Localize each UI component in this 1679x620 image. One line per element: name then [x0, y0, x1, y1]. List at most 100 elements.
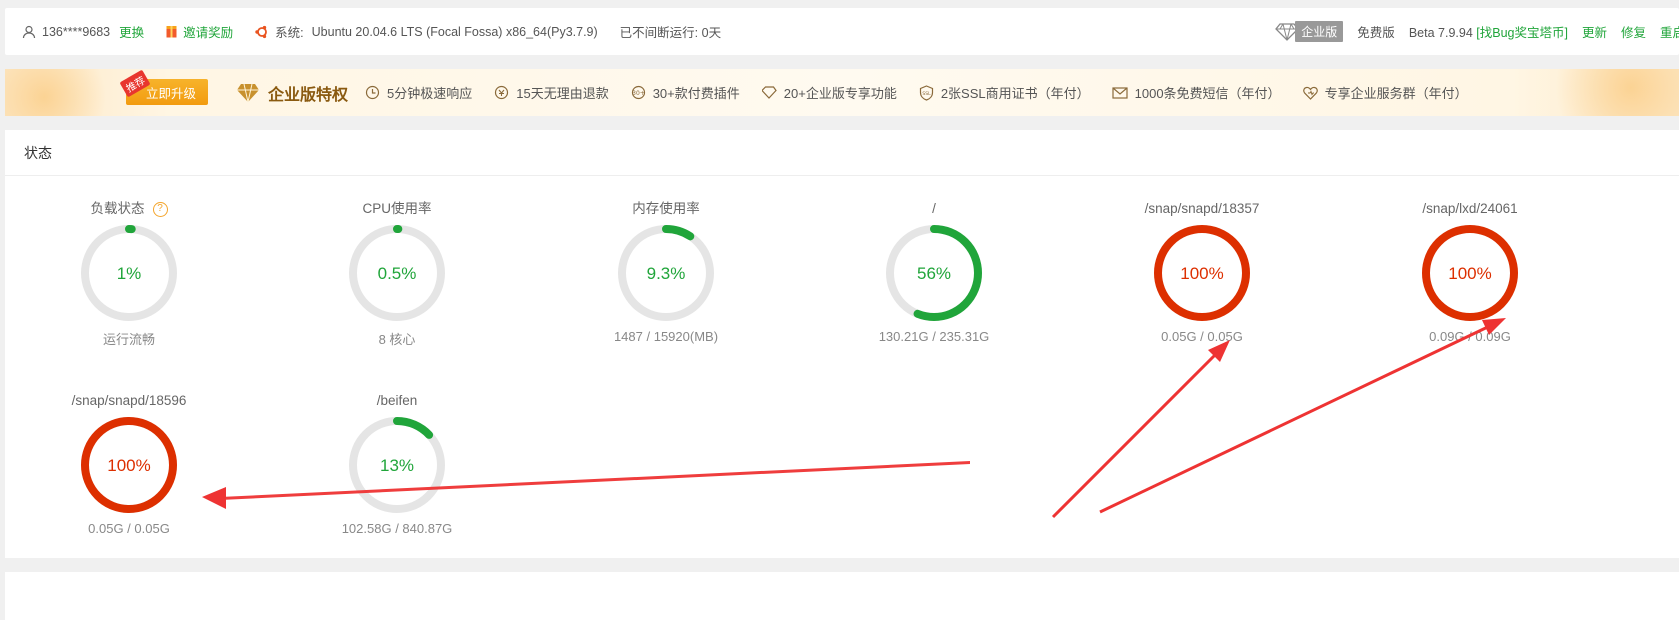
- enterprise-privileges-title: 企业版特权: [236, 69, 348, 116]
- gauge-value: 0.5%: [378, 264, 417, 283]
- account-info: 136****9683 更换: [22, 22, 144, 41]
- gauge-ring: 13%: [349, 417, 445, 513]
- gauge-disk-beifen[interactable]: /beifen 13% 102.58G / 840.87G: [287, 392, 507, 536]
- banner-decoration-left: [5, 69, 135, 116]
- ubuntu-icon: [255, 25, 269, 39]
- gauge-value: 100%: [1180, 264, 1223, 283]
- gauge-subtitle: 0.05G / 0.05G: [88, 521, 170, 536]
- update-button[interactable]: 更新: [1582, 22, 1607, 41]
- clock-icon: [365, 85, 380, 100]
- perk-label: 5分钟极速响应: [387, 86, 473, 101]
- svg-text:SSL: SSL: [922, 91, 931, 97]
- uptime-info: 已不间断运行: 0天: [619, 26, 722, 40]
- gauge-title: /snap/snapd/18596: [71, 393, 187, 408]
- gauge-cpu-usage[interactable]: CPU使用率 0.5% 8 核心: [287, 200, 507, 348]
- gauge-subtitle: 0.05G / 0.05G: [1161, 329, 1243, 344]
- upgrade-now-button[interactable]: 推荐 立即升级: [119, 69, 208, 105]
- gauge-disk-snapd-18357[interactable]: /snap/snapd/18357 100% 0.05G / 0.05G: [1092, 200, 1312, 344]
- gold-diamond-icon: [236, 83, 260, 103]
- perk-item: SSL 2张SSL商用证书（年付）: [919, 83, 1090, 102]
- ssl-shield-icon: SSL: [919, 84, 934, 101]
- gauge-ring: 100%: [1422, 225, 1518, 321]
- heart-service-icon: [1302, 86, 1318, 100]
- next-panel-edge: [5, 572, 1679, 620]
- perk-item: 20+企业版专享功能: [761, 83, 897, 102]
- gauge-title: /snap/snapd/18357: [1144, 201, 1260, 216]
- gauge-title: /: [932, 201, 936, 216]
- gauge-ring: 100%: [1154, 225, 1250, 321]
- gauge-value: 100%: [107, 456, 150, 475]
- help-question-icon[interactable]: ?: [152, 201, 168, 217]
- gauge-disk-root[interactable]: / 56% 130.21G / 235.31G: [824, 200, 1044, 344]
- change-account-link[interactable]: 更换: [119, 22, 144, 41]
- system-label: 系统:: [275, 26, 304, 40]
- mail-icon: [1112, 86, 1128, 99]
- gauge-ring: 1%: [81, 225, 177, 321]
- perk-label: 20+企业版专享功能: [783, 86, 897, 101]
- gauge-title: CPU使用率: [362, 201, 432, 216]
- system-info: 系统: Ubuntu 20.04.6 LTS (Focal Fossa) x86…: [255, 22, 598, 41]
- perk-label: 30+款付费插件: [652, 86, 740, 101]
- gauge-load-status[interactable]: 负载状态 ? 1% 运行流畅: [19, 200, 239, 348]
- perk-item: 15天无理由退款: [494, 83, 609, 102]
- gauge-memory-usage[interactable]: 内存使用率 9.3% 1487 / 15920(MB): [556, 200, 776, 344]
- perk-label: 2张SSL商用证书（年付）: [940, 86, 1090, 101]
- perk-item: 30+ 30+款付费插件: [631, 83, 740, 102]
- status-panel-title: 状态: [5, 130, 1679, 176]
- account-number: 136****9683: [42, 24, 111, 39]
- perk-item: 5分钟极速响应: [365, 83, 472, 102]
- invite-reward-label: 邀请奖励: [183, 26, 234, 40]
- gauge-ring: 56%: [886, 225, 982, 321]
- banner-decoration-right: [1519, 69, 1679, 116]
- free-edition-label: 免费版: [1357, 26, 1395, 40]
- gauge-title: 负载状态 ?: [19, 200, 239, 218]
- gauge-value: 100%: [1448, 264, 1491, 283]
- gauge-ring: 100%: [81, 417, 177, 513]
- bug-bounty-link[interactable]: [找Bug奖宝塔币]: [1476, 26, 1568, 40]
- gauge-title: /snap/lxd/24061: [1422, 201, 1518, 216]
- perk-label: 专享企业服务群（年付）: [1324, 86, 1468, 101]
- perk-label: 1000条免费短信（年付）: [1134, 86, 1281, 101]
- gauge-value: 1%: [117, 264, 142, 283]
- perk-item: 专享企业服务群（年付）: [1302, 83, 1468, 102]
- gauge-value: 13%: [380, 456, 414, 475]
- upgrade-now-label: 立即升级: [145, 86, 196, 101]
- refund-icon: [494, 85, 509, 100]
- gauge-title-label: 负载状态: [90, 201, 145, 216]
- enterprise-title-label: 企业版特权: [268, 86, 349, 104]
- enterprise-tag: 企业版: [1295, 21, 1344, 42]
- version-controls: 企业版 免费版 Beta 7.9.94 [找Bug奖宝塔币] 更新 修复 重启: [1275, 8, 1679, 55]
- plugin-icon: 30+: [631, 85, 646, 100]
- gauge-disk-lxd-24061[interactable]: /snap/lxd/24061 100% 0.09G / 0.09G: [1360, 200, 1580, 344]
- gauge-value: 9.3%: [647, 264, 686, 283]
- svg-text:30+: 30+: [632, 90, 645, 97]
- perk-label: 15天无理由退款: [516, 86, 609, 101]
- gauge-title: /beifen: [376, 393, 418, 408]
- version-number: 7.9.94: [1438, 26, 1473, 40]
- gauge-title: 内存使用率: [632, 201, 700, 216]
- perk-item: 1000条免费短信（年付）: [1112, 83, 1281, 102]
- gauge-subtitle: 102.58G / 840.87G: [341, 521, 453, 536]
- gauge-value: 56%: [917, 264, 951, 283]
- invite-reward-link[interactable]: 邀请奖励: [166, 22, 233, 41]
- beta-label: Beta: [1408, 26, 1435, 40]
- enterprise-promo-banner: 推荐 立即升级 企业版特权 5分钟极速响应 15天无理由退款 30+ 30+款付…: [5, 69, 1679, 116]
- user-icon: [22, 25, 36, 39]
- perk-list: 5分钟极速响应 15天无理由退款 30+ 30+款付费插件 20+企业版专享功能…: [365, 69, 1490, 116]
- enterprise-badge[interactable]: 企业版: [1275, 21, 1344, 42]
- top-info-bar: 136****9683 更换 邀请奖励 系统: Ubuntu 20.04.6 L…: [5, 8, 1679, 55]
- gauge-ring: 0.5%: [349, 225, 445, 321]
- gauge-disk-snapd-18596[interactable]: /snap/snapd/18596 100% 0.05G / 0.05G: [19, 392, 239, 536]
- repair-button[interactable]: 修复: [1621, 22, 1646, 41]
- system-value: Ubuntu 20.04.6 LTS (Focal Fossa) x86_64(…: [311, 24, 598, 39]
- gift-icon: [166, 25, 177, 38]
- gauge-subtitle: 1487 / 15920(MB): [613, 329, 719, 344]
- gauge-subtitle: 8 核心: [378, 332, 416, 347]
- gauge-subtitle: 0.09G / 0.09G: [1429, 329, 1511, 344]
- version-info: Beta 7.9.94 [找Bug奖宝塔币]: [1409, 22, 1568, 41]
- status-panel: 状态 负载状态 ? 1% 运行流畅 CPU使用率 0.5% 8 核心 内存使用率…: [5, 130, 1679, 558]
- gauge-subtitle: 运行流畅: [102, 332, 155, 347]
- diamond-icon: [761, 86, 777, 99]
- gauge-ring: 9.3%: [618, 225, 714, 321]
- restart-button[interactable]: 重启: [1660, 22, 1679, 41]
